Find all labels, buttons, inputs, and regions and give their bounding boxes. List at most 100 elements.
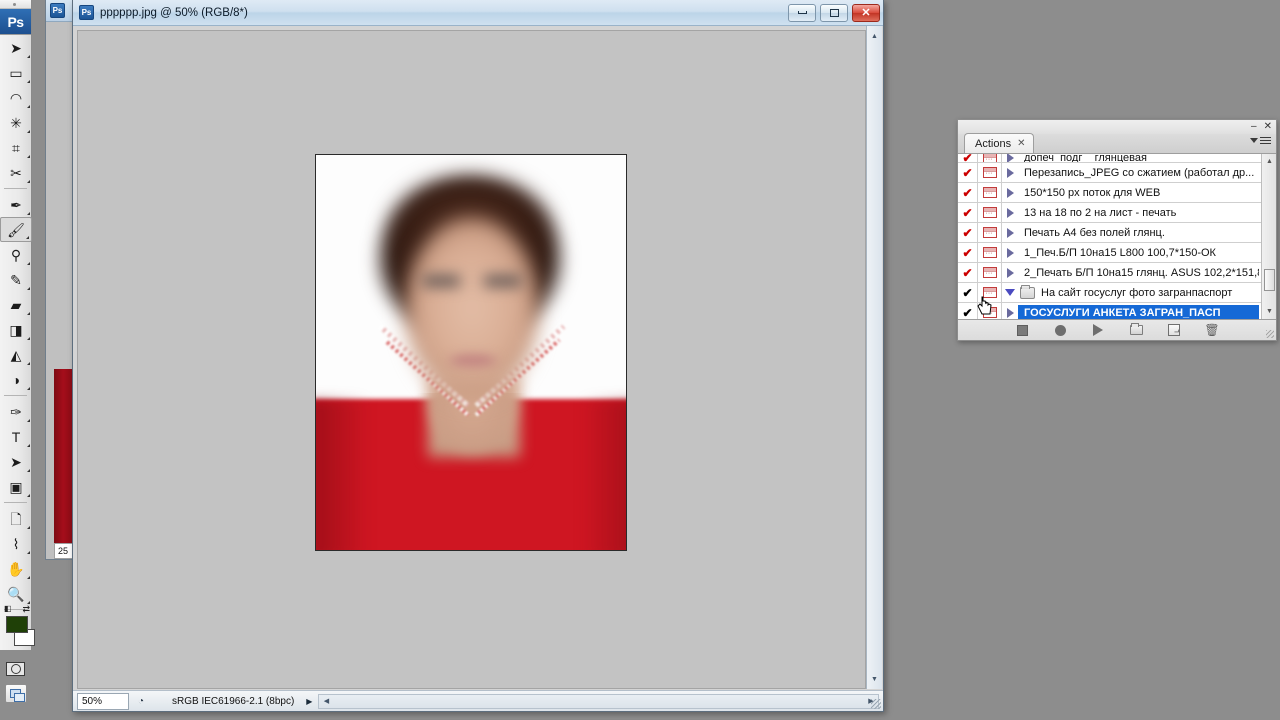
document-info-icon[interactable]: ◔ [132,693,150,710]
resize-grip[interactable] [871,699,881,709]
zoom-tool[interactable]: 🔍 [0,581,32,606]
history-brush-tool[interactable]: ✎ [0,267,32,292]
slice-tool[interactable]: ✂ [0,160,32,185]
action-dialog-toggle[interactable] [978,183,1002,202]
canvas-area[interactable] [77,30,866,689]
action-expand-toggle[interactable] [1002,154,1018,162]
action-set-row[interactable]: ✔ На сайт госуслуг фото загранпаспорт [958,283,1261,303]
actions-scroll-thumb[interactable] [1264,269,1275,291]
eraser-tool[interactable]: ▰ [0,292,32,317]
scroll-up-icon[interactable]: ▲ [867,28,882,44]
action-enable-checkbox[interactable]: ✔ [958,223,978,242]
type-tool[interactable]: T [0,424,32,449]
actions-panel-topbar[interactable]: – ✕ [958,120,1276,134]
minimize-button[interactable] [788,3,816,22]
canvas-vertical-scrollbar[interactable]: ▲ ▼ [866,26,882,689]
action-row-label: Печать А4 без полей глянц. [1024,226,1165,239]
path-selection-tool[interactable]: ➤ [0,449,32,474]
clone-stamp-tool[interactable]: ⚲ [0,242,32,267]
action-row[interactable]: ✔ 2_Печать Б/П 10на15 глянц. ASUS 102,2*1… [958,263,1261,283]
blur-tool[interactable]: ◭ [0,342,32,367]
action-row[interactable]: ✔ Перезапись_JPEG со сжатием (работал др.… [958,163,1261,183]
shape-tool[interactable]: ▣ [0,474,32,499]
pen-tool[interactable]: ✑ [0,399,32,424]
restore-button[interactable] [820,3,848,22]
action-dialog-toggle[interactable] [978,263,1002,282]
action-dialog-toggle[interactable] [978,163,1002,182]
document-titlebar[interactable]: Ps pppppp.jpg @ 50% (RGB/8*) ✕ [73,0,883,26]
delete-button[interactable]: 🗑 [1204,323,1220,337]
action-expand-toggle[interactable] [1002,289,1018,296]
panel-menu-button[interactable] [1250,137,1271,144]
magic-wand-tool[interactable]: ✳ [0,110,32,135]
action-expand-toggle[interactable] [1002,187,1018,198]
action-row[interactable]: ✔ 1_Печ.Б/П 10на15 L800 100,7*150-ОК [958,243,1261,263]
lasso-tool[interactable]: ◠ [0,85,32,110]
record-button[interactable] [1052,323,1068,337]
action-enable-checkbox[interactable]: ✔ [958,163,978,182]
swap-colors-icon[interactable]: ⇄ [22,604,30,615]
stop-button[interactable] [1014,323,1030,337]
panel-close-icon[interactable]: ✕ [1264,122,1272,132]
actions-vertical-scrollbar[interactable]: ▲ ▼ [1261,154,1276,319]
action-enable-checkbox[interactable]: ✔ [958,154,978,162]
tab-close-icon[interactable]: ✕ [1017,138,1025,149]
actions-scroll-down-icon[interactable]: ▼ [1263,305,1276,318]
action-row[interactable]: ✔ ГОСУСЛУГИ АНКЕТА ЗАГРАН_ПАСП [958,303,1261,319]
action-expand-toggle[interactable] [1002,227,1018,238]
action-enable-checkbox[interactable]: ✔ [958,243,978,262]
action-dialog-toggle[interactable] [978,223,1002,242]
default-colors-icon[interactable]: ◧ [4,604,12,613]
action-expand-toggle[interactable] [1002,247,1018,258]
eyedropper-tool[interactable]: ⌇ [0,531,32,556]
actions-scroll-up-icon[interactable]: ▲ [1263,155,1276,168]
action-enable-checkbox[interactable]: ✔ [958,263,978,282]
action-dialog-toggle[interactable] [978,303,1002,319]
move-tool[interactable]: ➤ [0,35,32,60]
foreground-color-swatch[interactable] [6,616,28,633]
action-enable-checkbox[interactable]: ✔ [958,183,978,202]
zoom-level-input[interactable]: 50% [77,692,129,710]
quick-mask-toggle[interactable] [0,658,31,680]
scroll-left-icon[interactable]: ◀ [320,696,332,707]
crop-tool[interactable]: ⌗ [0,135,32,160]
zoom-tool-icon: 🔍 [7,585,25,602]
close-button[interactable]: ✕ [852,3,880,22]
panel-resize-grip[interactable] [1266,330,1274,338]
gradient-tool[interactable]: ◨ [0,317,32,342]
panel-minimize-icon[interactable]: – [1251,122,1257,132]
status-menu-arrow-icon[interactable]: ▶ [306,697,312,706]
action-row[interactable]: ✔ Печать А4 без полей глянц. [958,223,1261,243]
action-expand-toggle[interactable] [1002,207,1018,218]
actions-list[interactable]: ✔ допеч_подг__глянцевая ✔ Перезапись_JPEG с… [958,154,1276,320]
action-expand-toggle[interactable] [1002,267,1018,278]
canvas-horizontal-scrollbar[interactable]: ◀ ▶ [318,693,879,709]
action-expand-toggle[interactable] [1002,307,1018,318]
toolbox-grip[interactable] [0,0,31,9]
dodge-tool[interactable]: ◑ [0,367,32,392]
color-swatches[interactable]: ⇄ ◧ [4,604,35,656]
notes-tool[interactable]: 🗋 [0,506,32,531]
scroll-down-icon[interactable]: ▼ [867,671,882,687]
tab-actions[interactable]: Actions ✕ [964,133,1035,153]
action-row[interactable]: ✔ 13 на 18 по 2 на лист - печать [958,203,1261,223]
action-enable-checkbox[interactable]: ✔ [958,203,978,222]
action-dialog-toggle[interactable] [978,243,1002,262]
action-dialog-toggle[interactable] [978,154,1002,162]
action-dialog-toggle[interactable] [978,283,1002,302]
action-row[interactable]: ✔ 150*150 px поток для WEB [958,183,1261,203]
screen-mode-button[interactable] [0,680,31,706]
brush-tool[interactable]: 🖌 [0,217,32,242]
action-expand-toggle[interactable] [1002,167,1018,178]
action-row[interactable]: ✔ допеч_подг__глянцевая [958,154,1261,163]
action-enable-checkbox[interactable]: ✔ [958,303,978,319]
play-button[interactable] [1090,323,1106,337]
action-dialog-toggle[interactable] [978,203,1002,222]
blur-tool-icon: ◭ [10,346,22,363]
action-enable-checkbox[interactable]: ✔ [958,283,978,302]
hand-tool[interactable]: ✋ [0,556,32,581]
marquee-tool[interactable]: ▭ [0,60,32,85]
healing-brush-tool[interactable]: ✒ [0,192,32,217]
new-set-button[interactable] [1128,323,1144,337]
new-action-button[interactable] [1166,323,1182,337]
